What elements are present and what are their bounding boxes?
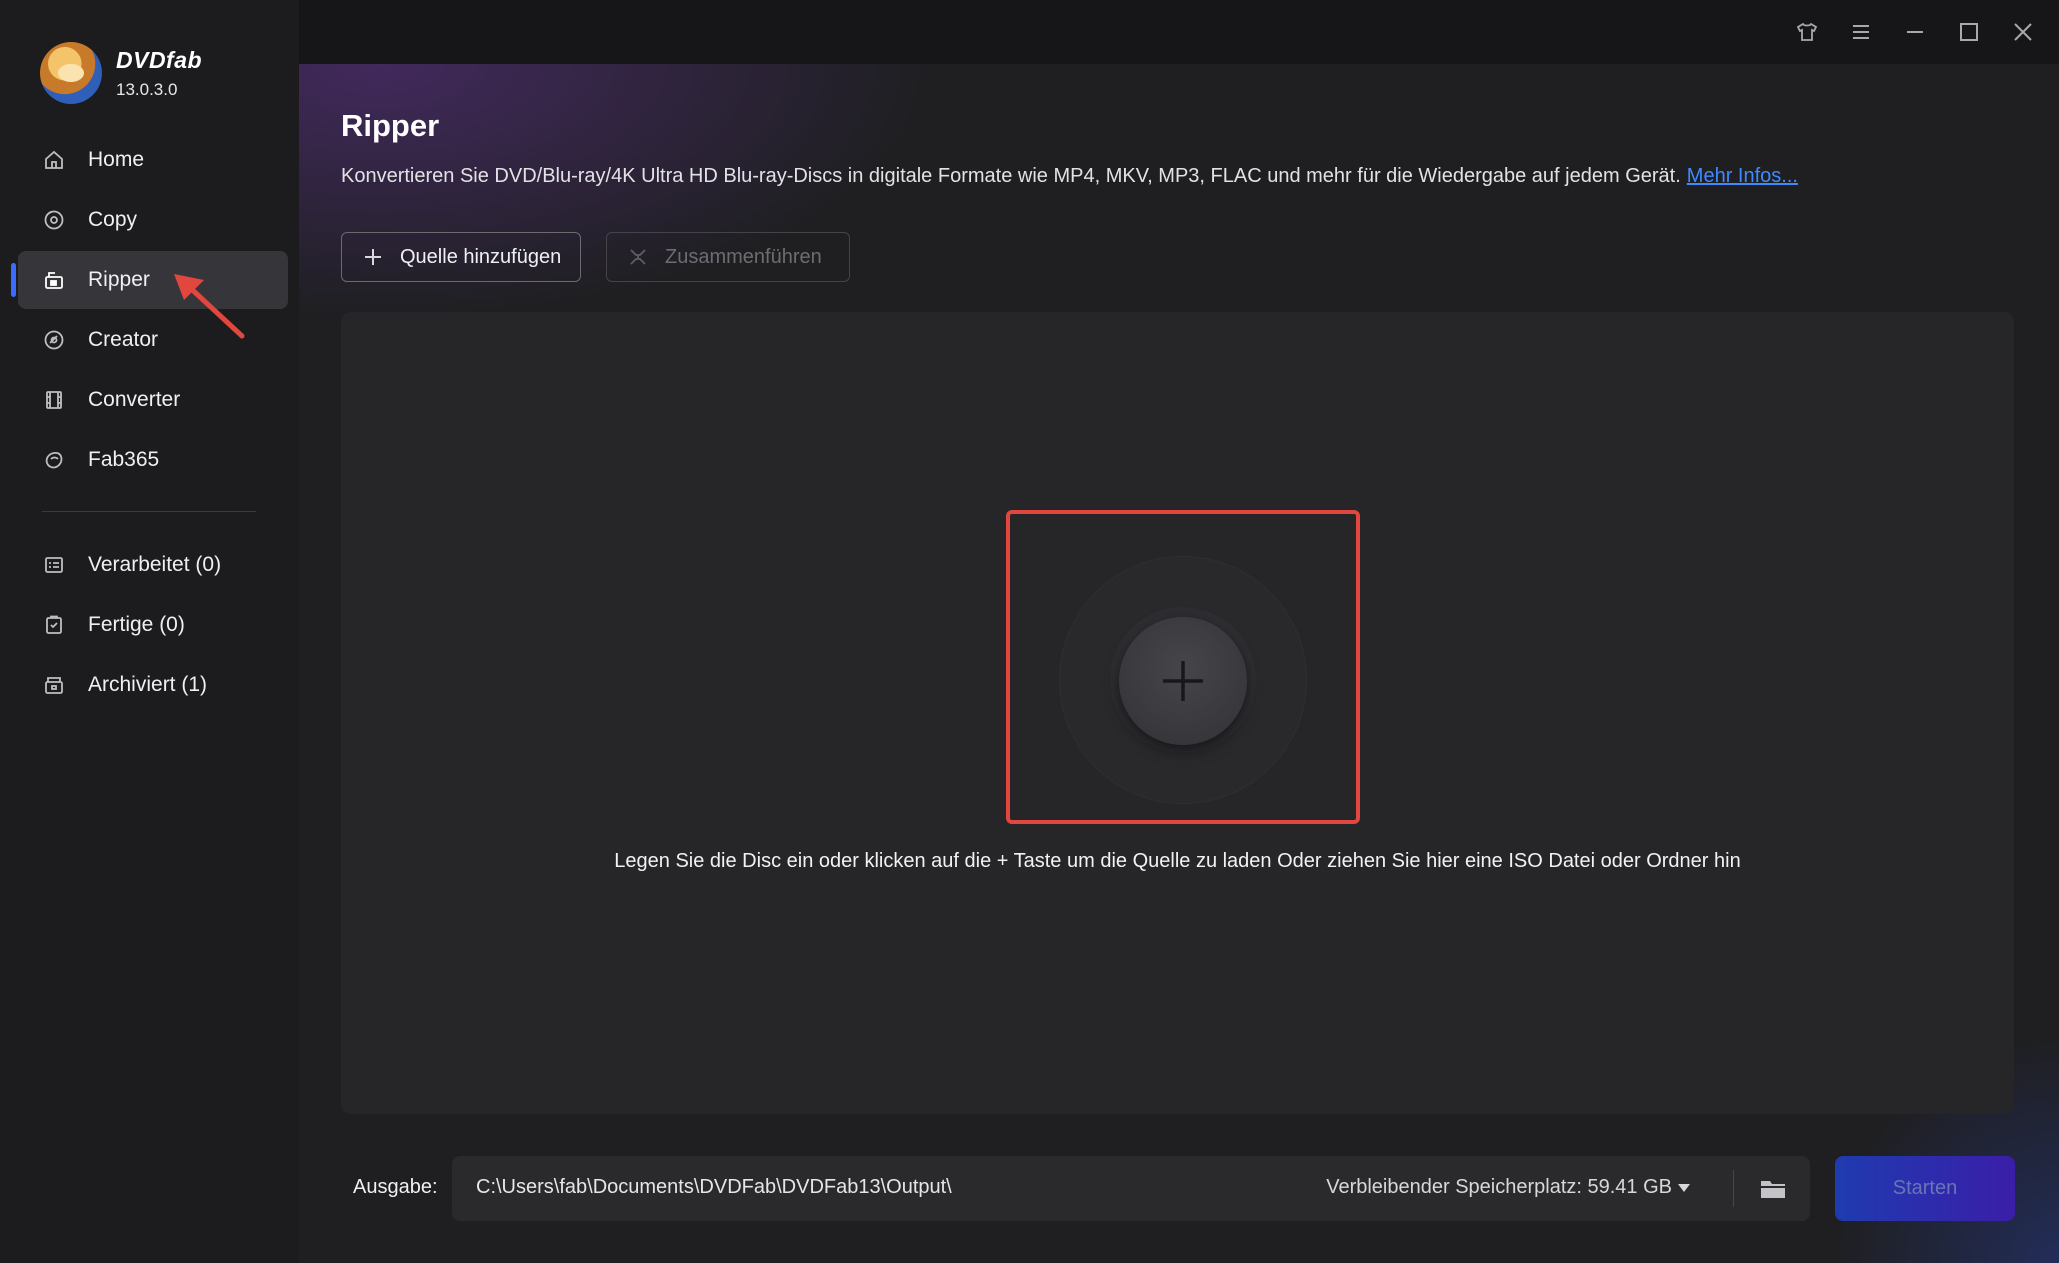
drop-hint-text: Legen Sie die Disc ein oder klicken auf … [614, 850, 1741, 872]
sidebar-item-converter[interactable]: Converter [18, 371, 288, 429]
sidebar-divider [42, 511, 256, 512]
sidebar: DVDfab 13.0.3.0 Home Copy Ripper Creator… [0, 0, 299, 1263]
app-name: DVDfab [116, 46, 203, 73]
free-space-text: Verbleibender Speicherplatz: 59.41 GB [1326, 1176, 1672, 1198]
add-source-button[interactable]: Quelle hinzufügen [341, 232, 581, 282]
sidebar-item-label: Archiviert (1) [88, 673, 208, 696]
ripper-icon [42, 268, 66, 292]
more-info-link[interactable]: Mehr Infos... [1687, 165, 1798, 187]
sidebar-item-copy[interactable]: Copy [18, 191, 288, 249]
home-icon [42, 148, 66, 172]
sidebar-item-label: Creator [88, 328, 159, 351]
merge-label: Zusammenführen [665, 245, 822, 268]
sidebar-item-home[interactable]: Home [18, 131, 288, 189]
finished-icon [42, 613, 66, 637]
processing-icon [42, 553, 66, 577]
sidebar-item-label: Ripper [88, 268, 150, 291]
minimize-icon[interactable] [1897, 14, 1933, 50]
copy-icon [42, 208, 66, 232]
app-version: 13.0.3.0 [116, 79, 178, 99]
sidebar-item-finished[interactable]: Fertige (0) [18, 596, 288, 654]
drop-area[interactable]: Legen Sie die Disc ein oder klicken auf … [341, 312, 2014, 1114]
field-divider [1733, 1170, 1734, 1207]
title-bar [299, 0, 2059, 64]
page-description: Konvertieren Sie DVD/Blu-ray/4K Ultra HD… [341, 165, 1798, 188]
fab365-icon [42, 448, 66, 472]
page-title: Ripper [341, 108, 440, 143]
sidebar-item-label: Home [88, 148, 145, 171]
sidebar-item-label: Verarbeitet (0) [88, 553, 222, 576]
annotation-arrow-icon [174, 274, 245, 339]
plus-icon [362, 246, 384, 268]
sidebar-item-label: Fertige (0) [88, 613, 185, 636]
sidebar-item-fab365[interactable]: Fab365 [18, 431, 288, 489]
sidebar-item-label: Fab365 [88, 448, 160, 471]
free-space-dropdown[interactable]: Verbleibender Speicherplatz: 59.41 GB [1326, 1176, 1690, 1199]
main-panel: Ripper Konvertieren Sie DVD/Blu-ray/4K U… [299, 64, 2059, 1263]
description-text: Konvertieren Sie DVD/Blu-ray/4K Ultra HD… [341, 165, 1681, 187]
dvdfab-logo [40, 42, 102, 104]
creator-icon [42, 328, 66, 352]
merge-icon [627, 246, 649, 268]
sidebar-item-processing[interactable]: Verarbeitet (0) [18, 536, 288, 594]
folder-icon[interactable] [1758, 1174, 1788, 1204]
output-path: C:\Users\fab\Documents\DVDFab\DVDFab13\O… [476, 1176, 952, 1198]
plus-icon [1163, 661, 1203, 701]
merge-button[interactable]: Zusammenführen [606, 232, 850, 282]
start-button[interactable]: Starten [1835, 1156, 2015, 1221]
sidebar-item-label: Copy [88, 208, 138, 231]
maximize-icon[interactable] [1951, 14, 1987, 50]
sidebar-item-label: Converter [88, 388, 181, 411]
brand: DVDfab 13.0.3.0 [40, 40, 202, 106]
archive-icon [42, 673, 66, 697]
converter-icon [42, 388, 66, 412]
caret-down-icon [1678, 1183, 1690, 1192]
menu-icon[interactable] [1843, 14, 1879, 50]
output-path-field[interactable]: C:\Users\fab\Documents\DVDFab\DVDFab13\O… [452, 1156, 1810, 1221]
shirt-icon[interactable] [1789, 14, 1825, 50]
sidebar-item-archive[interactable]: Archiviert (1) [18, 656, 288, 714]
close-icon[interactable] [2005, 14, 2041, 50]
output-label: Ausgabe: [353, 1176, 438, 1198]
active-indicator [11, 263, 16, 297]
add-source-plus-button[interactable] [1119, 617, 1247, 745]
add-source-label: Quelle hinzufügen [400, 245, 562, 268]
